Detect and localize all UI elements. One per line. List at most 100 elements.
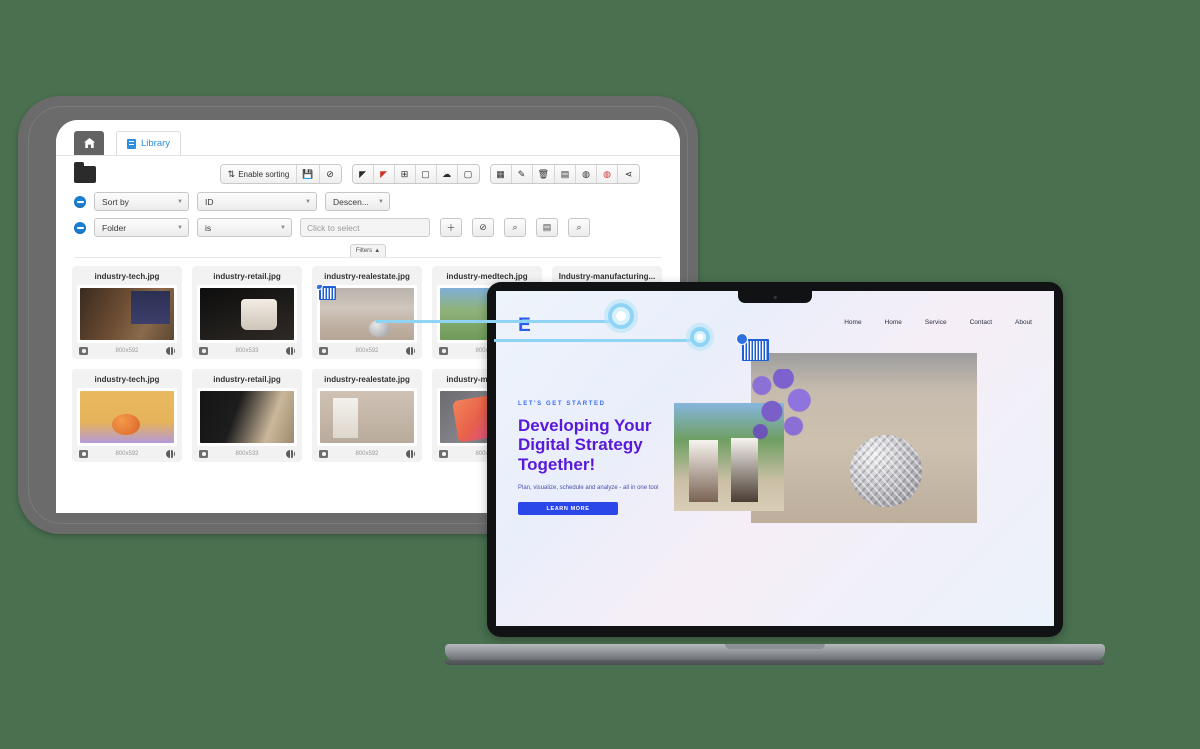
thumbnail[interactable] — [197, 285, 297, 343]
move-tree-icon: ⊞ — [400, 168, 409, 179]
globe-icon — [166, 450, 175, 458]
globe-button[interactable]: ◍ — [576, 165, 597, 183]
enable-sorting-button[interactable]: ⇅ Enable sorting — [220, 165, 298, 183]
clear-filter-button[interactable]: ⊘ — [472, 218, 494, 237]
select-box-button[interactable]: ▢ — [415, 165, 437, 183]
save-filter-button[interactable]: ▤ — [536, 218, 558, 237]
list-item[interactable]: industry-realestate.jpg 800x592 — [312, 369, 422, 462]
minus-icon[interactable] — [74, 195, 86, 208]
home-icon[interactable] — [74, 131, 104, 155]
list-item[interactable]: industry-realestate.jpg 800x592 — [312, 266, 422, 359]
nav-item-home-2[interactable]: Home — [885, 319, 902, 326]
tab-library[interactable]: Library — [116, 131, 182, 155]
clear-icon: ⊘ — [479, 222, 487, 232]
laptop-device: Ǝ Home Home Service Contact About LET'S … — [445, 282, 1105, 682]
camera-notch — [738, 291, 812, 303]
file-meta: 800x533 — [197, 343, 297, 359]
cancel-sorting-button[interactable]: ⊘ — [319, 165, 341, 183]
file-meta: 800x592 — [317, 446, 417, 462]
edit-image-button[interactable]: ◤ — [352, 165, 374, 183]
hero-text-block: LET'S GET STARTED Developing Your Digita… — [518, 401, 668, 516]
file-name: industry-retail.jpg — [213, 272, 281, 281]
file-name: industry-realestate.jpg — [324, 272, 410, 281]
hero-eyebrow: LET'S GET STARTED — [518, 401, 606, 407]
file-meta: 800x592 — [77, 446, 177, 462]
toolbar-group-file-ops: ◤ ◤ ⊞ ▢ ☁ ▢ — [351, 164, 480, 184]
chevron-down-icon: ▼ — [177, 198, 183, 205]
select-box-2-icon: ▢ — [463, 168, 473, 179]
nav-item-contact[interactable]: Contact — [970, 319, 992, 326]
file-size: 800x592 — [355, 451, 379, 457]
file-meta: 800x533 — [197, 446, 297, 462]
list-item[interactable]: industry-tech.jpg 800x592 — [72, 369, 182, 462]
select-box-2-button[interactable]: ▢ — [457, 165, 479, 183]
page-title: Developing Your Digital Strategy Togethe… — [518, 416, 652, 474]
list-item[interactable]: industry-tech.jpg 800x592 — [72, 266, 182, 359]
sort-field-value: Sort by — [102, 196, 129, 207]
file-meta: 800x592 — [77, 343, 177, 359]
thumbnail[interactable] — [317, 388, 417, 446]
zoom-search-button[interactable]: ⌕ — [504, 218, 526, 237]
filter-field-select[interactable]: Folder ▼ — [94, 218, 189, 237]
calendar-button[interactable]: ▤ — [555, 165, 576, 183]
nav-item-about[interactable]: About — [1015, 319, 1032, 326]
thumbnail[interactable] — [317, 285, 417, 343]
filter-field-value: Folder — [102, 222, 127, 233]
file-size: 800x533 — [235, 451, 259, 457]
cloud-button[interactable]: ☁ — [436, 165, 458, 183]
save-disk-icon: 💾 — [302, 168, 314, 179]
save-icon: ▤ — [542, 222, 552, 232]
thumbnail[interactable] — [77, 388, 177, 446]
move-tree-button[interactable]: ⊞ — [394, 165, 416, 183]
grid-view-button[interactable]: ▦ — [490, 165, 512, 183]
pencil-button[interactable]: ✎ — [511, 165, 533, 183]
nav-item-home-1[interactable]: Home — [844, 319, 861, 326]
search-button[interactable]: ⌕ — [568, 218, 590, 237]
delete-image-button[interactable]: ◤ — [373, 165, 395, 183]
folder-icon[interactable] — [74, 161, 96, 183]
file-size: 800x592 — [115, 348, 139, 354]
filters-toggle[interactable]: Filters ▲ — [350, 244, 386, 257]
list-item[interactable]: industry-retail.jpg 800x533 — [192, 266, 302, 359]
select-box-icon: ▢ — [421, 168, 430, 179]
camera-icon — [199, 450, 208, 458]
calendar-badge-icon — [317, 285, 336, 300]
list-item[interactable]: industry-retail.jpg 800x533 — [192, 369, 302, 462]
filter-operator-select[interactable]: is ▼ — [197, 218, 292, 237]
thumbnail[interactable] — [197, 388, 297, 446]
sort-direction-select[interactable]: Descen... ▼ — [325, 192, 390, 211]
nav-item-service[interactable]: Service — [925, 319, 947, 326]
globe-icon: ◍ — [582, 168, 590, 179]
save-disk-button[interactable]: 💾 — [297, 165, 320, 183]
library-book-icon — [127, 138, 136, 149]
globe-off-button[interactable]: ◍ — [597, 165, 618, 183]
sort-column-select[interactable]: ID ▼ — [197, 192, 317, 211]
filters-toggle-label: Filters — [355, 248, 373, 254]
minus-icon[interactable] — [74, 221, 86, 234]
connector-handle-1[interactable] — [608, 303, 634, 329]
globe-off-icon: ◍ — [603, 168, 611, 179]
add-filter-button[interactable]: ＋ — [440, 218, 462, 237]
file-meta: 800x592 — [317, 343, 417, 359]
toolbar-group-actions: ▦ ✎ 🗑 ▤ ◍ ◍ ⋖ — [489, 164, 640, 184]
filter-value-input[interactable]: Click to select — [300, 218, 430, 237]
laptop-lid: Ǝ Home Home Service Contact About LET'S … — [487, 282, 1063, 637]
camera-icon — [79, 450, 88, 458]
site-logo[interactable]: Ǝ — [518, 315, 531, 337]
share-button[interactable]: ⋖ — [618, 165, 639, 183]
thumbnail[interactable] — [77, 285, 177, 343]
cloud-icon: ☁ — [442, 168, 452, 179]
file-name: industry-tech.jpg — [94, 272, 160, 281]
connector-handle-2[interactable] — [690, 327, 710, 347]
connector-line-1 — [376, 320, 616, 323]
sort-direction-value: Descen... — [333, 196, 369, 207]
trash-button[interactable]: 🗑 — [532, 165, 555, 183]
sort-field-select[interactable]: Sort by ▼ — [94, 192, 189, 211]
learn-more-button[interactable]: LEARN MORE — [518, 502, 618, 516]
app-top-bar: Library — [56, 120, 680, 156]
camera-icon — [319, 450, 328, 458]
laptop-base-foot — [445, 660, 1105, 665]
trash-icon: 🗑 — [537, 168, 549, 179]
camera-icon — [79, 347, 88, 355]
flowers-decor — [746, 369, 818, 461]
